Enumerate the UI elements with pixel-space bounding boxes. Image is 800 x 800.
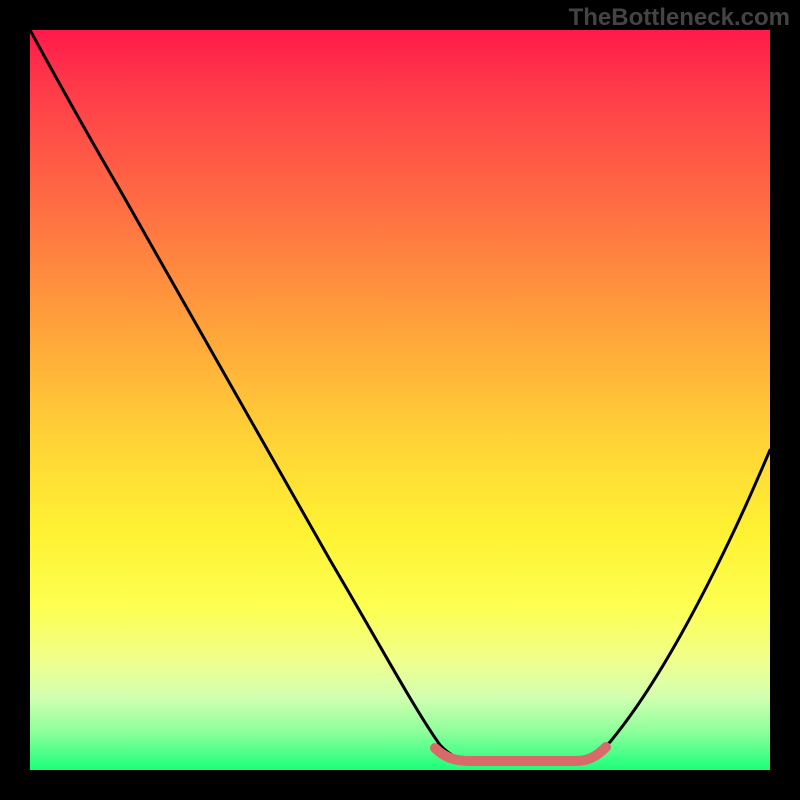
bottleneck-curve	[30, 30, 770, 760]
optimal-range-highlight	[435, 747, 606, 761]
watermark-text: TheBottleneck.com	[569, 4, 790, 32]
chart-frame: TheBottleneck.com	[0, 0, 800, 800]
plot-area	[30, 30, 770, 770]
curve-svg	[30, 30, 770, 770]
